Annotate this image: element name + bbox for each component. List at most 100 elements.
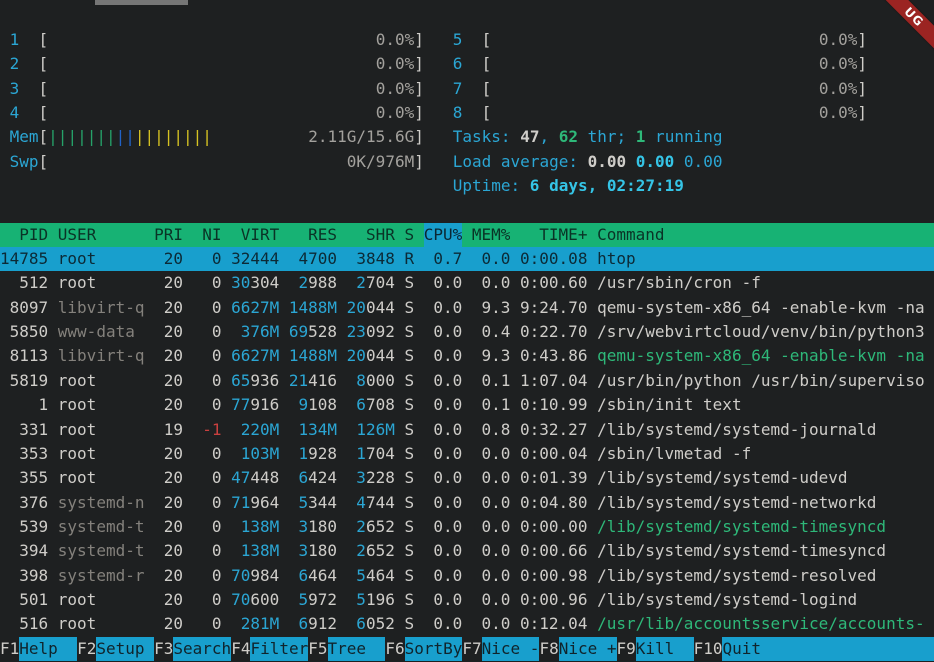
cell-pri: 20 [154,344,183,368]
table-row[interactable]: 512root2003030429882704S0.00.00:00.60/us… [0,271,934,295]
cell-virt: 281M [231,612,279,636]
cell-cpu: 0.0 [424,418,463,442]
cell-pid: 1 [0,393,48,417]
table-row[interactable]: 398systemd-r2007098464645464S0.00.00:00.… [0,564,934,588]
cell-virt: 220M [231,418,279,442]
header-cell-virt[interactable]: VIRT [231,223,279,247]
header-cell-mem[interactable]: MEM% [472,223,511,247]
table-row[interactable]: 14785root2003244447003848R0.70.00:00.08h… [0,247,934,271]
cell-ni: 0 [193,393,222,417]
fkey-f3[interactable]: F3Search [154,637,231,661]
header-cell-cpu[interactable]: CPU% [424,223,463,247]
cell-shr: 1704 [347,442,395,466]
table-row[interactable]: 501root2007060059725196S0.00.00:00.96/li… [0,588,934,612]
meter-value: 0.0% [376,28,415,52]
header-cell-time[interactable]: TIME+ [520,223,587,247]
fkey-f1[interactable]: F1Help [0,637,77,661]
cell-cmd: /lib/systemd/systemd-resolved [597,564,934,588]
cell-cmd: /lib/systemd/systemd-networkd [597,491,934,515]
cell-ni: 0 [193,612,222,636]
fkey-f8[interactable]: F8Nice + [539,637,616,661]
cell-ni: 0 [193,271,222,295]
table-row[interactable]: 1root2007791691086708S0.00.10:10.99/sbin… [0,393,934,417]
header-cell-st[interactable]: S [404,223,414,247]
cell-cpu: 0.0 [424,515,463,539]
cell-mem: 0.0 [472,271,511,295]
cell-user: systemd-t [58,515,145,539]
f8-key-label: F8 [539,637,558,661]
cell-user: root [58,247,145,271]
cell-ni: 0 [193,515,222,539]
cell-time: 0:00.96 [520,588,587,612]
header-cell-user[interactable]: USER [58,223,145,247]
cell-cmd: /lib/systemd/systemd-timesyncd [597,515,934,539]
table-row[interactable]: 331root19-1220M134M126MS0.00.80:32.27/li… [0,418,934,442]
table-row[interactable]: 5819root20065936214168000S0.00.11:07.04/… [0,369,934,393]
fkey-f5[interactable]: F5Tree [308,637,385,661]
tasks-running: 1 [636,127,646,146]
f1-key-label: F1 [0,637,19,661]
meter-cache-pipes: |||||||| [135,127,212,146]
f8-action-label: Nice + [559,637,617,661]
cpu-meter-7-label: 7 [453,77,463,101]
table-row[interactable]: 8113libvirt-q2006627M1488M20044S0.09.310… [0,344,934,368]
cell-time: 0:32.27 [520,418,587,442]
header-cell-cmd[interactable]: Command [597,223,934,247]
f7-action-label: Nice - [482,637,540,661]
uptime: Uptime: 6 days, 02:27:19 [453,174,684,198]
blank-row [0,198,934,222]
cell-time: 0:00.98 [520,564,587,588]
cell-cpu: 0.0 [424,344,463,368]
fkey-f7[interactable]: F7Nice - [462,637,539,661]
table-row[interactable]: 5850www-data200376M6952823092S0.00.40:22… [0,320,934,344]
fkey-f9[interactable]: F9Kill [617,637,694,661]
cell-ni: 0 [193,296,222,320]
cell-pid: 331 [0,418,48,442]
fkey-f10[interactable]: F10Quit [694,637,934,661]
cell-pri: 20 [154,539,183,563]
cell-user: root [58,588,145,612]
cell-st: S [404,588,414,612]
table-row[interactable]: 355root2004744864243228S0.00.00:01.39/li… [0,466,934,490]
table-row[interactable]: 353root200103M19281704S0.00.00:00.04/sbi… [0,442,934,466]
cell-st: S [404,612,414,636]
fkey-f4[interactable]: F4Filter [231,637,308,661]
f1-action-label: Help [19,637,77,661]
cell-res: 21416 [289,369,337,393]
header-cell-shr[interactable]: SHR [347,223,395,247]
table-row[interactable]: 516root200281M69126052S0.00.00:12.04/usr… [0,612,934,636]
cell-user: root [58,612,145,636]
cell-user: systemd-r [58,564,145,588]
header-cell-pid[interactable]: PID [0,223,48,247]
f3-action-label: Search [173,637,231,661]
function-key-bar: F1HelpF2SetupF3SearchF4FilterF5TreeF6Sor… [0,637,934,661]
table-row[interactable]: 8097libvirt-q2006627M1488M20044S0.09.319… [0,296,934,320]
cell-st: S [404,344,414,368]
cpu-meter-row: 1[0.0%]5[0.0%] [0,28,934,52]
cpu-meter-4-label: 4 [10,101,20,125]
cell-pri: 20 [154,491,183,515]
cell-cmd: /sbin/init text [597,393,934,417]
fkey-f6[interactable]: F6SortBy [385,637,462,661]
table-row[interactable]: 376systemd-n2007196453444744S0.00.00:04.… [0,491,934,515]
header-cell-pri[interactable]: PRI [154,223,183,247]
cell-user: libvirt-q [58,344,145,368]
cell-mem: 0.0 [472,539,511,563]
mem-meter-label: Mem [10,125,39,149]
cell-st: S [404,320,414,344]
header-cell-res[interactable]: RES [289,223,337,247]
cell-pri: 20 [154,393,183,417]
cell-cmd: /usr/bin/python /usr/bin/superviso [597,369,934,393]
fkey-f2[interactable]: F2Setup [77,637,154,661]
cell-mem: 0.0 [472,442,511,466]
cell-st: S [404,418,414,442]
header-cell-ni[interactable]: NI [193,223,222,247]
cell-virt: 6627M [231,296,279,320]
cell-time: 0:00.08 [520,247,587,271]
window-tab-remnant [95,0,188,5]
cell-user: systemd-t [58,539,145,563]
table-row[interactable]: 539systemd-t200138M31802652S0.00.00:00.0… [0,515,934,539]
cell-user: root [58,393,145,417]
tasks-label: Tasks: [453,127,520,146]
table-row[interactable]: 394systemd-t200138M31802652S0.00.00:00.6… [0,539,934,563]
